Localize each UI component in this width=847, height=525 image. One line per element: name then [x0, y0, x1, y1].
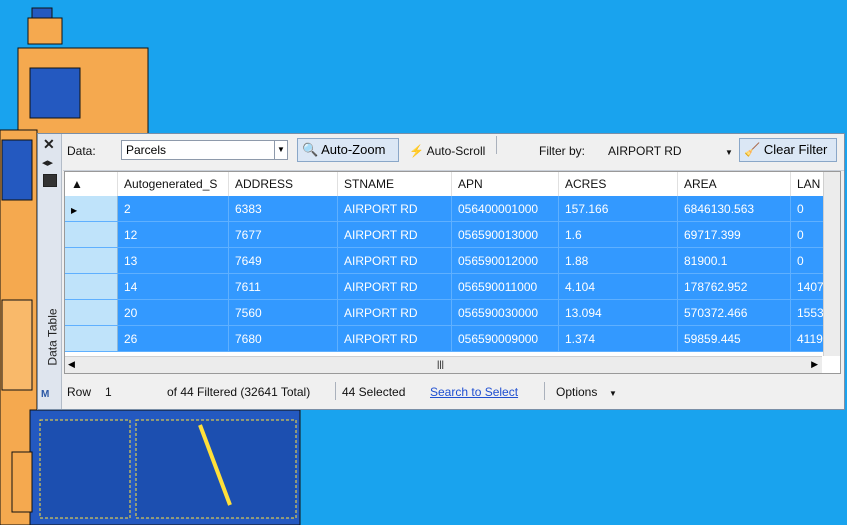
row-selector[interactable] — [65, 325, 118, 352]
table-cell[interactable]: 7680 — [228, 325, 338, 352]
filter-by-value[interactable]: AIRPORT RD — [608, 144, 682, 158]
column-header[interactable]: AREA — [677, 172, 791, 196]
table-cell[interactable]: 056590012000 — [451, 247, 559, 274]
options-menu[interactable]: Options — [556, 385, 597, 399]
data-table-panel: ✕ ◂▸ Data Table M Data: Parcels ▼ 🔍 Auto… — [37, 133, 845, 410]
table-cell[interactable]: 056590030000 — [451, 299, 559, 326]
search-to-select-link[interactable]: Search to Select — [430, 385, 518, 399]
clear-filter-icon: 🧹 — [744, 142, 761, 157]
table-cell[interactable]: 26 — [117, 325, 229, 352]
close-icon[interactable]: ✕ — [43, 136, 55, 153]
table-cell[interactable]: 1.88 — [558, 247, 678, 274]
table-cell[interactable]: 59859.445 — [677, 325, 791, 352]
scroll-left-icon[interactable]: ◀ — [68, 359, 75, 370]
table-cell[interactable]: 12 — [117, 221, 229, 248]
column-header[interactable]: ADDRESS — [228, 172, 338, 196]
vertical-scrollbar[interactable] — [823, 172, 840, 356]
column-header[interactable]: ACRES — [558, 172, 678, 196]
options-dropdown-icon[interactable]: ▼ — [609, 389, 617, 398]
table-cell[interactable]: 13.094 — [558, 299, 678, 326]
table-cell[interactable]: 7677 — [228, 221, 338, 248]
filter-by-label: Filter by: — [539, 144, 586, 158]
data-table-tab[interactable]: Data Table — [46, 308, 60, 365]
table-cell[interactable]: 14 — [117, 273, 229, 300]
column-header[interactable]: STNAME — [337, 172, 452, 196]
map-icon[interactable]: M — [41, 389, 58, 405]
row-selector[interactable] — [65, 221, 118, 248]
table-cell[interactable]: 4.104 — [558, 273, 678, 300]
table-cell[interactable]: 81900.1 — [677, 247, 791, 274]
table-cell[interactable]: 7649 — [228, 247, 338, 274]
clear-filter-button[interactable]: 🧹 Clear Filter — [739, 138, 837, 162]
horizontal-scrollbar[interactable]: ◀ ||| ▶ — [65, 356, 822, 373]
zoom-icon: 🔍 — [302, 142, 319, 157]
auto-scroll-icon: ⚡ — [409, 144, 424, 158]
table-cell[interactable]: AIRPORT RD — [337, 273, 452, 300]
table-cell[interactable]: 69717.399 — [677, 221, 791, 248]
table-cell[interactable]: 2 — [117, 196, 229, 222]
attribute-table: ▲ Autogenerated_S ADDRESS STNAME APN ACR… — [65, 172, 831, 352]
table-row[interactable]: 26 7680 AIRPORT RD 056590009000 1.374 59… — [65, 325, 831, 352]
side-strip: ✕ ◂▸ Data Table M — [38, 134, 62, 409]
table-cell[interactable]: 056590013000 — [451, 221, 559, 248]
table-cell[interactable]: 1.6 — [558, 221, 678, 248]
auto-scroll-button[interactable]: ⚡ Auto-Scroll — [409, 144, 485, 158]
selected-count: 44 Selected — [342, 385, 406, 399]
row-selector[interactable] — [65, 299, 118, 326]
data-label: Data: — [67, 144, 96, 158]
filtered-count: of 44 Filtered (32641 Total) — [167, 385, 311, 399]
table-cell[interactable]: AIRPORT RD — [337, 325, 452, 352]
row-selector[interactable] — [65, 273, 118, 300]
scroll-thumb-grip-icon[interactable]: ||| — [437, 359, 444, 369]
header-row: ▲ Autogenerated_S ADDRESS STNAME APN ACR… — [65, 172, 831, 196]
table-cell[interactable]: 056590011000 — [451, 273, 559, 300]
chevron-down-icon[interactable]: ▼ — [274, 140, 288, 160]
row-label: Row — [67, 385, 92, 399]
row-selector[interactable] — [65, 247, 118, 274]
filter-dropdown-icon[interactable]: ▼ — [725, 148, 733, 157]
pin-icon[interactable]: ◂▸ — [42, 156, 53, 169]
table-row[interactable]: 20 7560 AIRPORT RD 056590030000 13.094 5… — [65, 299, 831, 326]
table-cell[interactable]: AIRPORT RD — [337, 196, 452, 222]
column-header[interactable]: APN — [451, 172, 559, 196]
clear-filter-label: Clear Filter — [763, 142, 828, 157]
scroll-right-icon[interactable]: ▶ — [811, 359, 818, 370]
table-cell[interactable]: 056400001000 — [451, 196, 559, 222]
toolbar: Data: Parcels ▼ 🔍 Auto-Zoom ⚡ Auto-Scrol… — [63, 134, 844, 171]
row-selector[interactable] — [65, 196, 118, 222]
table-row[interactable]: 12 7677 AIRPORT RD 056590013000 1.6 6971… — [65, 221, 831, 248]
table-row[interactable]: 13 7649 AIRPORT RD 056590012000 1.88 819… — [65, 247, 831, 274]
status-bar: Row 1 of 44 Filtered (32641 Total) 44 Se… — [63, 380, 844, 406]
table-cell[interactable]: 6846130.563 — [677, 196, 791, 222]
table-cell[interactable]: AIRPORT RD — [337, 299, 452, 326]
table-row[interactable]: 2 6383 AIRPORT RD 056400001000 157.166 6… — [65, 196, 831, 222]
table-cell[interactable]: 157.166 — [558, 196, 678, 222]
row-selector-header[interactable]: ▲ — [65, 172, 118, 196]
table-row[interactable]: 14 7611 AIRPORT RD 056590011000 4.104 17… — [65, 273, 831, 300]
table-cell[interactable]: 13 — [117, 247, 229, 274]
table-cell[interactable]: 056590009000 — [451, 325, 559, 352]
column-header[interactable]: Autogenerated_S — [117, 172, 229, 196]
table-cell[interactable]: 1.374 — [558, 325, 678, 352]
table-cell[interactable]: 570372.466 — [677, 299, 791, 326]
table-cell[interactable]: 6383 — [228, 196, 338, 222]
table-icon[interactable] — [43, 174, 57, 187]
table-cell[interactable]: 7560 — [228, 299, 338, 326]
table-cell[interactable]: AIRPORT RD — [337, 247, 452, 274]
table-cell[interactable]: 20 — [117, 299, 229, 326]
row-number-field[interactable]: 1 — [105, 385, 112, 399]
table-cell[interactable]: 178762.952 — [677, 273, 791, 300]
data-select[interactable]: Parcels — [121, 140, 278, 160]
auto-scroll-label: Auto-Scroll — [426, 144, 486, 158]
table-cell[interactable]: 7611 — [228, 273, 338, 300]
auto-zoom-button[interactable]: 🔍 Auto-Zoom — [297, 138, 399, 162]
data-grid[interactable]: ▲ Autogenerated_S ADDRESS STNAME APN ACR… — [64, 171, 841, 374]
table-cell[interactable]: AIRPORT RD — [337, 221, 452, 248]
auto-zoom-label: Auto-Zoom — [321, 142, 386, 157]
